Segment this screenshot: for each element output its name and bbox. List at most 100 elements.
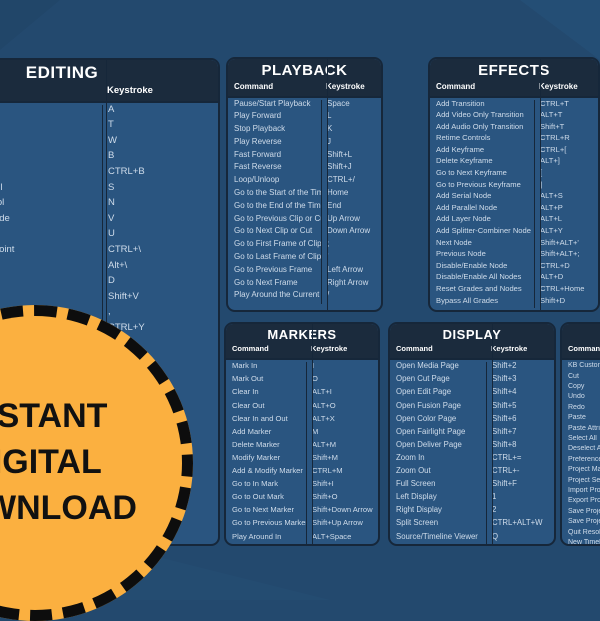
shortcut-command: Trim Edit Mode bbox=[0, 120, 102, 136]
shortcut-command: Zoom In bbox=[390, 454, 486, 467]
shortcut-command: Left Display bbox=[390, 493, 486, 506]
shortcut-keystroke: ALT+D bbox=[534, 273, 598, 285]
shortcut-row: Paste bbox=[562, 414, 600, 424]
shortcut-keystroke: Up Arrow bbox=[321, 215, 381, 228]
shortcut-command: Split Screen bbox=[390, 519, 486, 532]
shortcut-row: Dynamic Trim ModeW bbox=[0, 136, 218, 152]
shortcut-command: Go to Previous Frame bbox=[228, 266, 321, 279]
shortcut-row: Go to Next Keyframe[ bbox=[430, 169, 598, 181]
shortcut-row: Go to Last Frame of Clip' bbox=[228, 253, 381, 266]
shortcut-keystroke: V bbox=[102, 214, 218, 230]
panel-playback: PLAYBACK Command Keystroke Pause/Start P… bbox=[226, 57, 383, 312]
panel-effects: EFFECTS Command Keystroke Add Transition… bbox=[428, 57, 600, 312]
shortcut-command: Deselect All bbox=[562, 445, 600, 455]
shortcut-command: Import Project bbox=[562, 487, 600, 497]
shortcut-keystroke: Shift+4 bbox=[486, 388, 554, 401]
shortcut-row: Go to Next FrameRight Arrow bbox=[228, 279, 381, 292]
shortcut-keystroke: End bbox=[321, 202, 381, 215]
shortcut-command: Go to In Mark bbox=[226, 480, 306, 493]
shortcut-command: Disable/Enable Node bbox=[430, 262, 534, 274]
shortcut-row: Insert / Overwrite ToolN bbox=[0, 198, 218, 214]
shortcut-command: Source/Timeline Viewer bbox=[390, 533, 486, 546]
shortcut-keystroke: , bbox=[102, 307, 218, 323]
shortcut-command: Paste Attributes bbox=[562, 425, 600, 435]
shortcut-row: Zoom OutCTRL+- bbox=[390, 467, 554, 480]
shortcut-row: Snapping Toggle ToolS bbox=[0, 183, 218, 199]
shortcut-keystroke: ALT+] bbox=[534, 157, 598, 169]
panel-markers-title: MARKERS bbox=[226, 328, 378, 342]
shortcut-command: Full Screen bbox=[390, 480, 486, 493]
column-header-command: Command bbox=[234, 82, 321, 91]
shortcut-row: Add Audio Only TransitionShift+T bbox=[430, 123, 598, 135]
panel-playback-rows: Pause/Start PlaybackSpacePlay ForwardLSt… bbox=[228, 98, 381, 307]
shortcut-row: Add KeyframeCTRL+[ bbox=[430, 146, 598, 158]
column-header-command: Command bbox=[436, 82, 534, 91]
shortcut-command: Project Settings bbox=[562, 477, 600, 487]
shortcut-keystroke: / bbox=[321, 291, 381, 304]
panel-editing-title: EDITING bbox=[0, 64, 218, 83]
shortcut-command: Add Marker bbox=[226, 428, 306, 441]
shortcut-keystroke: Home bbox=[321, 189, 381, 202]
shortcut-row: Open Color PageShift+6 bbox=[390, 415, 554, 428]
panel-app-title: APP & bbox=[562, 328, 600, 342]
shortcut-keystroke: CTRL+/ bbox=[321, 176, 381, 189]
shortcut-row: Add TransitionCTRL+T bbox=[430, 100, 598, 112]
shortcut-row: Flag ClipD bbox=[0, 276, 218, 292]
shortcut-row: Go to In MarkShift+I bbox=[226, 480, 378, 493]
shortcut-command: Open Media Page bbox=[390, 362, 486, 375]
shortcut-keystroke: M bbox=[306, 428, 378, 441]
shortcut-command: Go to the End of the Timeline bbox=[228, 202, 321, 215]
shortcut-command: Add Serial Node bbox=[430, 192, 534, 204]
shortcut-keystroke: T bbox=[102, 120, 218, 136]
shortcut-row: Play ForwardL bbox=[228, 112, 381, 125]
shortcut-row: Go to the Start of the TimelineHome bbox=[228, 189, 381, 202]
shortcut-keystroke: Shift+J bbox=[321, 163, 381, 176]
shortcut-keystroke: Shift+ALT+; bbox=[534, 250, 598, 262]
shortcut-command: Add Transition bbox=[430, 100, 534, 112]
shortcut-row: Cut bbox=[562, 373, 600, 383]
shortcut-command: Modify Marker bbox=[226, 454, 306, 467]
panel-effects-rows: Add TransitionCTRL+TAdd Video Only Trans… bbox=[430, 98, 598, 311]
shortcut-command: Clear In and Out bbox=[226, 415, 306, 428]
shortcut-command: Razor / Blade Tool bbox=[0, 167, 102, 183]
shortcut-command: Go to Next Keyframe bbox=[430, 169, 534, 181]
shortcut-command: Loop/Unloop bbox=[228, 176, 321, 189]
panel-display-column-headers: Command Keystroke bbox=[390, 342, 554, 356]
panel-app-rows: KB CustomizationCutCopyUndoRedoPastePast… bbox=[562, 360, 600, 546]
shortcut-row: Trim / Slip / Slide ModeV bbox=[0, 214, 218, 230]
shortcut-command: Save Project bbox=[562, 508, 600, 518]
shortcut-command: Stop Playback bbox=[228, 125, 321, 138]
shortcut-keystroke: ALT+X bbox=[306, 415, 378, 428]
shortcut-command: Go to Previous Keyframe bbox=[430, 181, 534, 193]
shortcut-keystroke: Shift+7 bbox=[486, 428, 554, 441]
shortcut-row: Save Project bbox=[562, 508, 600, 518]
panel-playback-column-headers: Command Keystroke bbox=[228, 80, 381, 94]
shortcut-row: Delete MarkerALT+M bbox=[226, 441, 378, 454]
shortcut-keystroke: CTRL+\ bbox=[102, 245, 218, 261]
shortcut-command: Export Project bbox=[562, 497, 600, 507]
shortcut-command: Pause/Start Playback bbox=[228, 100, 321, 113]
shortcut-command: Add Audio Only Transition bbox=[430, 123, 534, 135]
shortcut-row: Preferences bbox=[562, 456, 600, 466]
shortcut-row: Open Fairlight PageShift+7 bbox=[390, 428, 554, 441]
shortcut-keystroke: ALT+Space bbox=[306, 533, 378, 546]
shortcut-row: Paste Attributes bbox=[562, 425, 600, 435]
shortcut-row: Open Edit PageShift+4 bbox=[390, 388, 554, 401]
shortcut-row: Open Media PageShift+2 bbox=[390, 362, 554, 375]
shortcut-keystroke: ALT+O bbox=[306, 402, 378, 415]
shortcut-row: Previous NodeShift+ALT+; bbox=[430, 250, 598, 262]
shortcut-row: Project Settings bbox=[562, 477, 600, 487]
shortcut-command: Delete Marker bbox=[226, 441, 306, 454]
shortcut-row: Add MarkerM bbox=[226, 428, 378, 441]
shortcut-keystroke: CTRL+M bbox=[306, 467, 378, 480]
shortcut-keystroke: Right Arrow bbox=[321, 279, 381, 292]
shortcut-command: Go to Next Clip or Cut bbox=[228, 227, 321, 240]
panel-display: DISPLAY Command Keystroke Open Media Pag… bbox=[388, 322, 556, 546]
shortcut-keystroke: U bbox=[102, 229, 218, 245]
shortcut-command: Clear Out bbox=[226, 402, 306, 415]
shortcut-keystroke: ] bbox=[534, 181, 598, 193]
shortcut-row: Go to the End of the TimelineEnd bbox=[228, 202, 381, 215]
shortcut-row: Pause/Start PlaybackSpace bbox=[228, 100, 381, 113]
shortcut-row: Retime ControlsCTRL+R bbox=[430, 134, 598, 146]
shortcut-row: Reset Grades and NodesCTRL+Home bbox=[430, 285, 598, 297]
